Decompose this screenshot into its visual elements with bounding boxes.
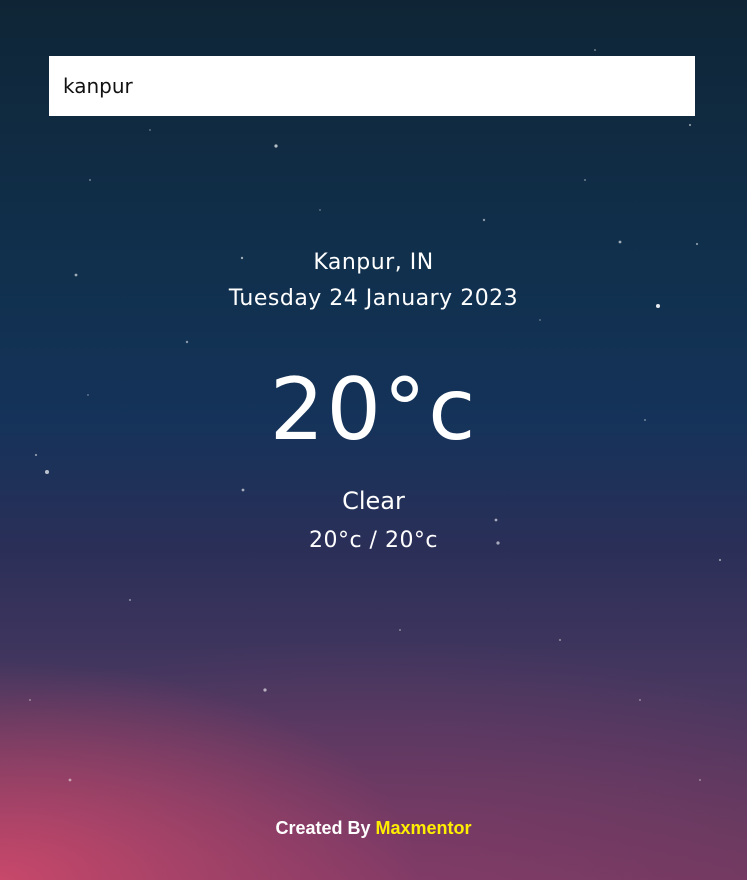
search-box <box>49 56 695 116</box>
current-temperature: 20°c <box>269 360 478 460</box>
footer-author: Maxmentor <box>375 818 472 838</box>
high-low-temperature: 20°c / 20°c <box>308 528 439 553</box>
footer-prefix: Created By <box>275 818 371 838</box>
weather-condition: Clear <box>342 487 405 515</box>
location-label: Kanpur, IN <box>313 250 434 275</box>
footer-credit: Created By Maxmentor <box>0 818 747 839</box>
city-search-input[interactable] <box>49 56 695 116</box>
date-label: Tuesday 24 January 2023 <box>228 286 519 311</box>
